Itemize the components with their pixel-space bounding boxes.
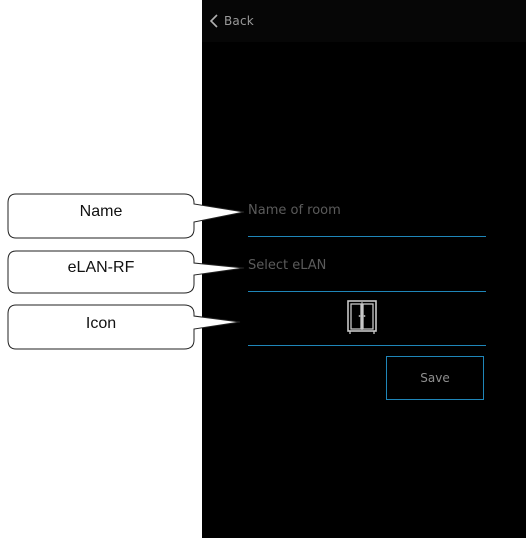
room-name-underline (248, 236, 486, 237)
elan-select-placeholder: Select eLAN (248, 258, 327, 273)
callout-elan-label: eLAN-RF (67, 259, 135, 276)
elan-select-underline (248, 291, 486, 292)
callout-name-label: Name (79, 203, 123, 220)
callout-icon-label: Icon (85, 315, 117, 332)
save-button[interactable]: Save (386, 356, 484, 400)
phone-screen: Back Name of room Select eLAN Save (202, 0, 526, 538)
back-label: Back (224, 14, 254, 28)
room-name-placeholder: Name of room (248, 203, 341, 218)
elan-select-field[interactable]: Select eLAN (248, 250, 486, 292)
chevron-left-icon (208, 13, 220, 29)
icon-picker-field[interactable] (248, 296, 486, 346)
back-button[interactable]: Back (208, 10, 254, 32)
icon-picker-underline (248, 345, 486, 346)
room-name-field[interactable]: Name of room (248, 196, 486, 237)
door-icon[interactable] (346, 299, 378, 335)
top-bar: Back (202, 0, 526, 42)
